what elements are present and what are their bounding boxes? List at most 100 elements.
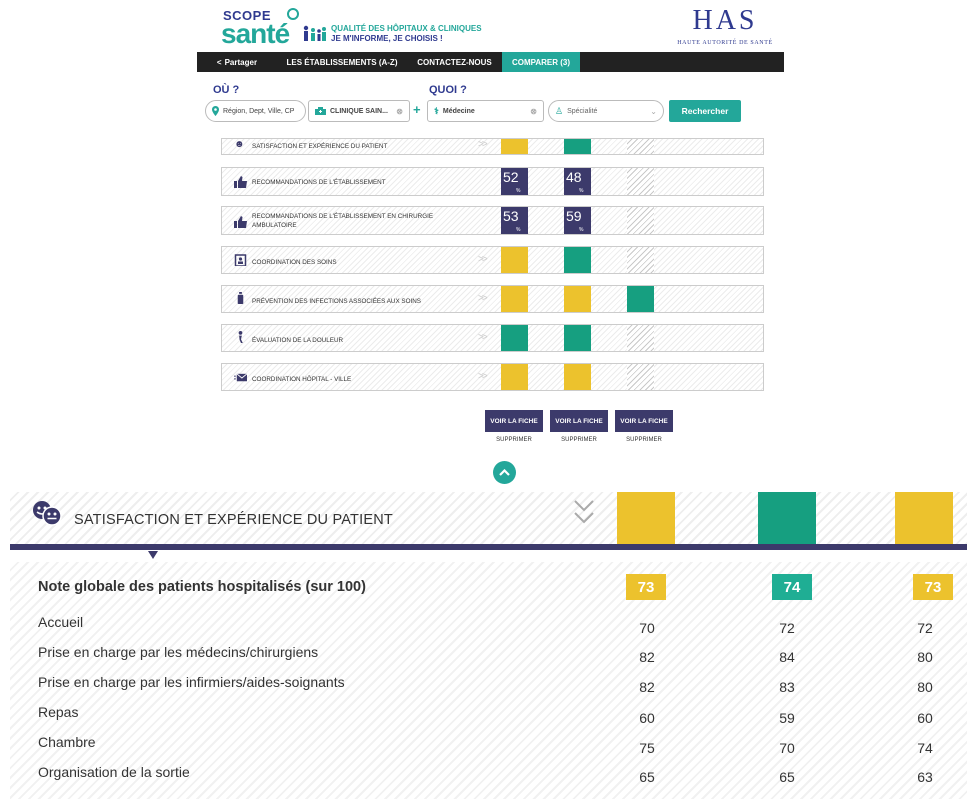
- region-input[interactable]: Région, Dept, Ville, CP: [205, 100, 306, 122]
- recommendation-value-2: 59 %: [564, 207, 591, 234]
- pain-icon: [238, 331, 243, 343]
- score-cell-3-unavailable: [627, 139, 654, 154]
- tagline-line1: QUALITÉ DES HÔPITAUX & CLINIQUES: [331, 24, 482, 33]
- recommendation-value-1: 53 %: [501, 207, 528, 234]
- region-placeholder: Région, Dept, Ville, CP: [223, 107, 295, 115]
- remove-link-1[interactable]: SUPPRIMER: [485, 437, 543, 443]
- nav-contact[interactable]: CONTACTEZ-NOUS: [407, 52, 502, 72]
- recommendation-percent: 52: [503, 169, 519, 185]
- compare-row-prevention-infections[interactable]: PRÉVENTION DES INFECTIONS ASSOCIÉES AUX …: [221, 285, 764, 313]
- detail-row-infirmiers: Prise en charge par les infirmiers/aides…: [10, 674, 967, 700]
- has-logo-text: HAS: [692, 5, 758, 36]
- stethoscope-icon: ⚕: [434, 105, 439, 116]
- specialty-select[interactable]: ♙ Spécialité ⌄: [548, 100, 664, 122]
- recommendation-percent: 48: [566, 169, 582, 185]
- row-label: ÉVALUATION DE LA DOULEUR: [252, 337, 344, 344]
- share-icon: <: [216, 57, 222, 67]
- remove-link-2[interactable]: SUPPRIMER: [550, 437, 608, 443]
- global-score-label: Note globale des patients hospitalisés (…: [38, 579, 366, 595]
- recommendation-percent: 59: [566, 208, 582, 224]
- nav-share-label: Partager: [224, 57, 258, 67]
- doctor-icon: ♙: [555, 105, 564, 116]
- detail-value-1: 82: [639, 679, 655, 695]
- detail-label: Chambre: [38, 734, 96, 750]
- chevron-right-icon[interactable]: >>: [478, 139, 488, 150]
- zoomed-satisfaction-header[interactable]: SATISFACTION ET EXPÉRIENCE DU PATIENT: [10, 492, 967, 544]
- percent-symbol: %: [579, 188, 584, 194]
- score-cell-2: [564, 364, 591, 390]
- view-sheet-button-2[interactable]: VOIR LA FICHE: [550, 410, 608, 432]
- chevron-right-icon[interactable]: >>: [478, 371, 488, 382]
- detail-value-1: 65: [639, 769, 655, 785]
- compare-row-coordination-soins[interactable]: COORDINATION DES SOINS >>: [221, 246, 764, 274]
- detail-label: Prise en charge par les infirmiers/aides…: [38, 674, 345, 690]
- nav-establishments[interactable]: LES ÉTABLISSEMENTS (A-Z): [277, 52, 407, 72]
- satisfaction-detail-table: Note globale des patients hospitalisés (…: [10, 562, 967, 799]
- compare-row-satisfaction[interactable]: ☻ SATISFACTION ET EXPÉRIENCE DU PATIENT …: [221, 138, 764, 155]
- tagline: QUALITÉ DES HÔPITAUX & CLINIQUES JE M'IN…: [331, 24, 482, 44]
- detail-row-accueil: Accueil 70 72 72: [10, 614, 967, 640]
- compare-row-recommandations[interactable]: RECOMMANDATIONS DE L'ÉTABLISSEMENT 52 % …: [221, 167, 764, 196]
- search-button[interactable]: Rechercher: [669, 100, 741, 122]
- smiley-faces-icon: [33, 501, 62, 526]
- zoom-section-title: SATISFACTION ET EXPÉRIENCE DU PATIENT: [74, 512, 393, 528]
- detail-label: Organisation de la sortie: [38, 764, 190, 780]
- chevron-right-icon[interactable]: >>: [478, 332, 488, 343]
- add-criteria-button[interactable]: +: [413, 102, 421, 117]
- nav-compare[interactable]: COMPARER (3): [502, 52, 580, 72]
- detail-label: Accueil: [38, 614, 84, 630]
- detail-row-medecins: Prise en charge par les médecins/chirurg…: [10, 644, 967, 670]
- global-score-row: Note globale des patients hospitalisés (…: [10, 574, 967, 600]
- row-label: COORDINATION HÔPITAL - VILLE: [252, 376, 352, 383]
- chevron-right-icon[interactable]: >>: [478, 254, 488, 265]
- chevron-up-icon: [499, 469, 510, 476]
- medecine-field[interactable]: ⚕ Médecine ⊗: [427, 100, 544, 122]
- has-logo[interactable]: HAS HAUTE AUTORITÉ DE SANTÉ: [670, 6, 780, 50]
- clear-clinic-icon[interactable]: ⊗: [396, 107, 403, 116]
- tagline-line2: JE M'INFORME, JE CHOISIS !: [331, 34, 443, 43]
- chevron-right-icon[interactable]: >>: [478, 293, 488, 304]
- score-cell-2: [564, 139, 591, 154]
- chevron-down-double-icon[interactable]: [572, 498, 596, 528]
- zoom-score-cell-2: [758, 492, 816, 544]
- remove-link-3[interactable]: SUPPRIMER: [615, 437, 673, 443]
- letter-icon: [234, 373, 247, 382]
- clinic-field[interactable]: CLINIQUE SAIN... ⊗: [308, 100, 410, 122]
- percent-symbol: %: [516, 188, 521, 194]
- medecine-value: Médecine: [442, 107, 475, 115]
- smiley-faces-icon: ☻: [234, 139, 245, 150]
- compare-row-coordination-ville[interactable]: COORDINATION HÔPITAL - VILLE >>: [221, 363, 764, 391]
- detail-value-3: 63: [917, 769, 933, 785]
- detail-label: Repas: [38, 704, 79, 720]
- percent-symbol: %: [579, 227, 584, 233]
- row-label: PRÉVENTION DES INFECTIONS ASSOCIÉES AUX …: [252, 298, 422, 305]
- detail-value-2: 72: [779, 620, 795, 636]
- compare-row-douleur[interactable]: ÉVALUATION DE LA DOULEUR >>: [221, 324, 764, 352]
- zoom-score-cell-3: [895, 492, 953, 544]
- specialty-placeholder: Spécialité: [567, 107, 598, 115]
- recommendation-value-1: 52 %: [501, 168, 528, 195]
- scroll-up-button[interactable]: [493, 461, 516, 484]
- detail-label: Prise en charge par les médecins/chirurg…: [38, 644, 319, 660]
- global-score-3: 73: [913, 574, 953, 600]
- score-cell-3-unavailable: [627, 325, 654, 351]
- row-label: SATISFACTION ET EXPÉRIENCE DU PATIENT: [252, 143, 388, 150]
- zoom-score-cell-1: [617, 492, 675, 544]
- score-cell-2: [564, 247, 591, 273]
- detail-value-3: 60: [917, 710, 933, 726]
- score-cell-3-unavailable: [627, 364, 654, 390]
- recommendation-value-2: 48 %: [564, 168, 591, 195]
- clear-medecine-icon[interactable]: ⊗: [530, 107, 537, 116]
- pointer-arrow-icon: [148, 551, 158, 559]
- detail-value-3: 80: [917, 679, 933, 695]
- compare-row-recommandations-ambulatoire[interactable]: RECOMMANDATIONS DE L'ÉTABLISSEMENT EN CH…: [221, 206, 764, 235]
- view-sheet-button-3[interactable]: VOIR LA FICHE: [615, 410, 673, 432]
- clinic-value: CLINIQUE SAIN...: [330, 107, 388, 115]
- score-cell-3: [627, 286, 654, 312]
- where-label: OÙ ?: [213, 84, 240, 96]
- score-cell-2: [564, 325, 591, 351]
- what-label: QUOI ?: [429, 84, 467, 96]
- view-sheet-button-1[interactable]: VOIR LA FICHE: [485, 410, 543, 432]
- detail-value-2: 70: [779, 740, 795, 756]
- nav-share[interactable]: < Partager: [197, 52, 277, 72]
